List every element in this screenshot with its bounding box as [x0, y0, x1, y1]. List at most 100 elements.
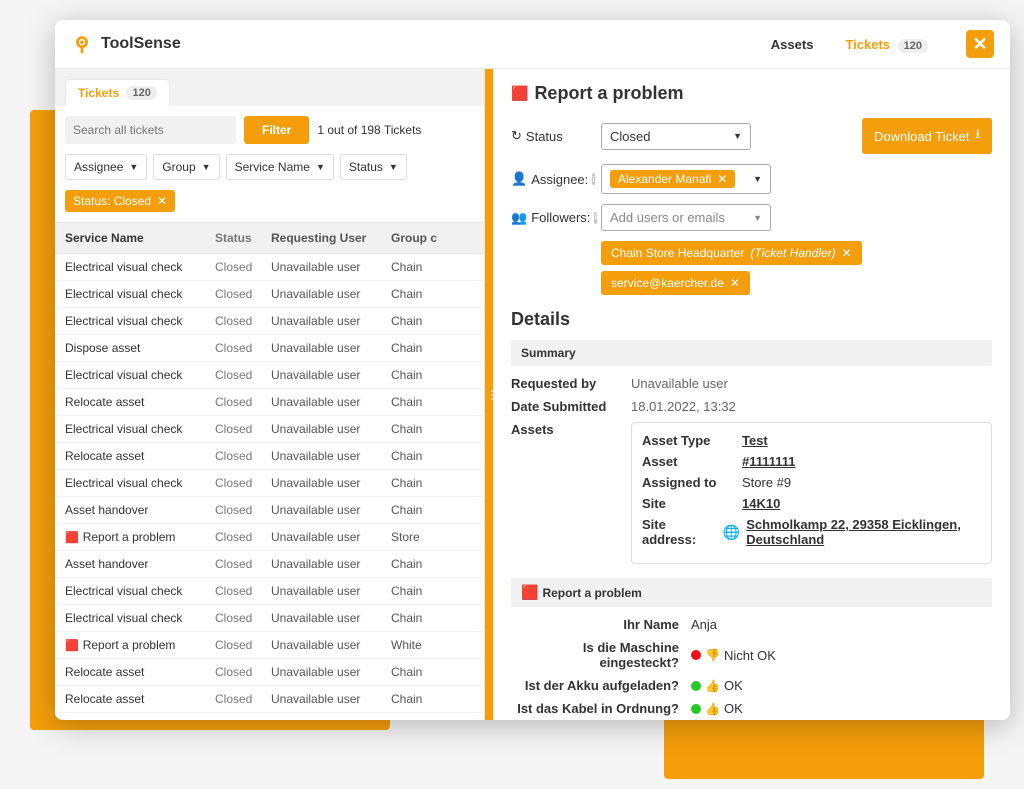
caret-down-icon: ▼ [753, 174, 762, 184]
table-row[interactable]: Electrical visual checkClosedUnavailable… [55, 308, 484, 335]
filter-dropdown[interactable]: Group▼ [153, 154, 219, 180]
table-row[interactable]: Electrical visual checkClosedUnavailable… [55, 470, 484, 497]
cell-group: Chain [391, 368, 474, 382]
status-select[interactable]: Closed ▼ [601, 123, 751, 150]
people-icon: 👥 [511, 210, 527, 226]
remove-filter-icon[interactable]: ✕ [157, 194, 167, 208]
cell-status: Closed [215, 557, 271, 571]
refresh-icon: ↻ [511, 128, 522, 144]
cell-status: Closed [215, 449, 271, 463]
cell-group: White [391, 638, 474, 652]
filter-button[interactable]: Filter [244, 116, 309, 144]
table-body[interactable]: Electrical visual checkClosedUnavailable… [55, 254, 484, 720]
resize-handle[interactable] [485, 69, 493, 720]
table-row[interactable]: Asset handoverClosedUnavailable userChai… [55, 497, 484, 524]
table-row[interactable]: Electrical visual checkClosedUnavailable… [55, 281, 484, 308]
panel-title-text: Report a problem [534, 83, 683, 104]
caret-down-icon: ▼ [733, 131, 742, 141]
table-row[interactable]: Electrical visual checkClosedUnavailable… [55, 254, 484, 281]
qa-list: Ihr NameAnjaIs die Maschine eingesteckt?… [511, 617, 992, 720]
assigned-to-value: Store #9 [742, 475, 791, 490]
asset-label: Asset [642, 454, 742, 469]
table-row[interactable]: Relocate assetClosedUnavailable userChai… [55, 389, 484, 416]
table-row[interactable]: Electrical visual checkClosedUnavailable… [55, 416, 484, 443]
cell-status: Closed [215, 638, 271, 652]
cell-status: Closed [215, 368, 271, 382]
thumbs-up-icon: 👍 [705, 702, 720, 716]
site-link[interactable]: 14K10 [742, 496, 780, 511]
cell-service: Relocate asset [65, 665, 215, 679]
table-row[interactable]: 🟥Report a problemClosedUnavailable userS… [55, 524, 484, 551]
followers-input[interactable]: Add users or emails ▼ [601, 204, 771, 231]
cell-user: Unavailable user [271, 638, 391, 652]
filter-dropdown[interactable]: Assignee▼ [65, 154, 147, 180]
col-group[interactable]: Group c [391, 231, 474, 245]
close-panel-button[interactable]: ✕ [966, 30, 994, 58]
info-icon[interactable]: i [594, 212, 596, 224]
assignee-chip[interactable]: Alexander Manafi ✕ [610, 170, 735, 188]
nav-tickets[interactable]: Tickets 120 [839, 33, 934, 56]
follower-chip[interactable]: service@kaercher.de ✕ [601, 271, 750, 295]
qa-row: Ihr NameAnja [511, 617, 992, 632]
report-problem-bar-text: Report a problem [542, 586, 641, 600]
remove-follower-icon[interactable]: ✕ [730, 276, 740, 290]
assets-row: Assets Asset TypeTest Asset#1111111 Assi… [511, 422, 992, 564]
remove-assignee-icon[interactable]: ✕ [717, 172, 727, 186]
cell-status: Closed [215, 476, 271, 490]
site-address-link[interactable]: Schmolkamp 22, 29358 Eicklingen, Deutsch… [746, 517, 981, 547]
col-user[interactable]: Requesting User [271, 231, 391, 245]
assignee-select[interactable]: Alexander Manafi ✕ ▼ [601, 164, 771, 194]
col-status[interactable]: Status [215, 231, 271, 245]
cell-user: Unavailable user [271, 665, 391, 679]
qa-question: Ist der Akku aufgeladen? [511, 678, 691, 693]
filter-dropdown[interactable]: Status▼ [340, 154, 407, 180]
search-row: Filter 1 out of 198 Tickets [55, 106, 484, 154]
cell-service: Relocate asset [65, 449, 215, 463]
filter-dropdown[interactable]: Service Name▼ [226, 154, 334, 180]
detail-pane: 🟥 Report a problem ↻ Status Closed ▼ Dow… [493, 69, 1010, 720]
cell-group: Chain [391, 584, 474, 598]
cell-group: Chain [391, 395, 474, 409]
cell-group: Chain [391, 476, 474, 490]
follower-chip[interactable]: Chain Store Headquarter (Ticket Handler)… [601, 241, 862, 265]
table-row[interactable]: Asset handoverClosedUnavailable userChai… [55, 551, 484, 578]
table-row[interactable]: Dispose assetClosedUnavailable userChain [55, 335, 484, 362]
table-row[interactable]: Electrical visual checkClosedUnavailable… [55, 362, 484, 389]
cell-status: Closed [215, 719, 271, 720]
cell-user: Unavailable user [271, 449, 391, 463]
search-input[interactable] [65, 116, 236, 144]
nav-assets[interactable]: Assets [765, 33, 820, 56]
asset-type-link[interactable]: Test [742, 433, 768, 448]
topbar: ToolSense Assets Tickets 120 ✕ [55, 20, 1010, 69]
filter-chip-status[interactable]: Status: Closed ✕ [65, 190, 175, 212]
cell-status: Closed [215, 395, 271, 409]
col-service[interactable]: Service Name [65, 231, 215, 245]
nav: Assets Tickets 120 ✕ [765, 30, 994, 58]
globe-icon: 🌐 [723, 524, 740, 541]
download-icon: ⭳ [975, 125, 980, 147]
table-row[interactable]: Electrical visual checkClosedUnavailable… [55, 605, 484, 632]
tab-tickets[interactable]: Tickets 120 [65, 79, 170, 106]
table-row[interactable]: Electrical visual checkClosedUnavailable… [55, 578, 484, 605]
remove-follower-icon[interactable]: ✕ [842, 246, 852, 260]
nav-tickets-badge: 120 [898, 39, 928, 53]
table-row[interactable]: Relocate assetClosedUnavailable userChai… [55, 443, 484, 470]
person-icon: 👤 [511, 171, 527, 187]
cell-group: Chain [391, 260, 474, 274]
qa-answer: 👍 OK [691, 701, 743, 716]
table-row[interactable]: Check: Ladder checkClosedUnavailable use… [55, 713, 484, 720]
cell-service: Dispose asset [65, 341, 215, 355]
report-problem-icon: 🟥 [65, 532, 79, 544]
info-icon[interactable]: i [592, 173, 594, 185]
table-row[interactable]: 🟥Report a problemClosedUnavailable userW… [55, 632, 484, 659]
cell-status: Closed [215, 665, 271, 679]
asset-link[interactable]: #1111111 [742, 454, 796, 469]
download-ticket-button[interactable]: Download Ticket ⭳ [862, 118, 992, 154]
followers-placeholder: Add users or emails [610, 210, 725, 225]
table-row[interactable]: Relocate assetClosedUnavailable userChai… [55, 686, 484, 713]
follower-chips: Chain Store Headquarter (Ticket Handler)… [601, 241, 992, 295]
brand[interactable]: ToolSense [71, 33, 181, 55]
table-row[interactable]: Relocate assetClosedUnavailable userChai… [55, 659, 484, 686]
cell-user: Unavailable user [271, 530, 391, 544]
cell-service: Relocate asset [65, 395, 215, 409]
